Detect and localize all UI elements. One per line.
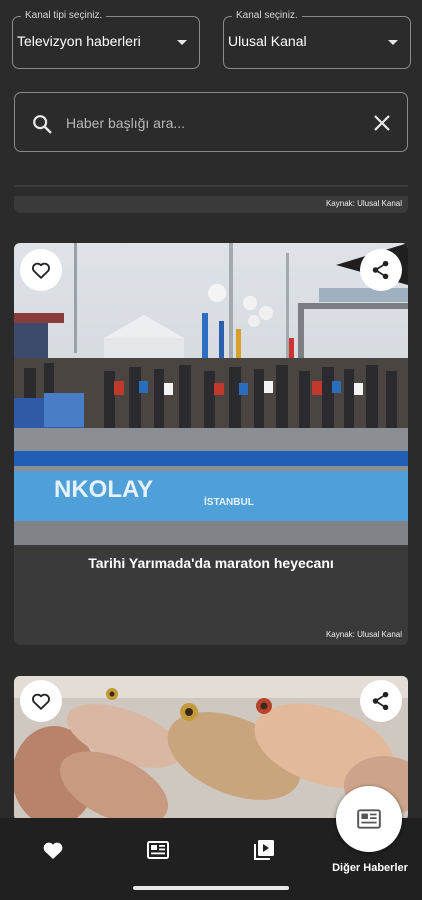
news-card[interactable]: NKOLAY İSTANBUL Tarihi Yarımada'da marat… [14,243,408,645]
search-box [14,92,408,152]
newspaper-icon [357,809,381,829]
favorite-button[interactable] [20,680,62,722]
other-news-label: Diğer Haberler [332,862,408,874]
heart-outline-icon [32,693,50,710]
dropdown-arrow-icon [388,40,398,45]
banner-text: NKOLAY [54,476,153,503]
heart-icon[interactable] [41,838,65,867]
news-image-marathon: NKOLAY İSTANBUL [14,243,408,545]
home-indicator [133,886,289,890]
channel-type-label: Kanal tipi seçiniz. [21,10,107,22]
heart-outline-icon [32,262,50,279]
news-source: Kaynak: Ulusal Kanal [325,199,402,208]
banner-subtext: İSTANBUL [204,495,254,508]
channel-dropdown[interactable]: Kanal seçiniz. Ulusal Kanal [223,10,411,69]
other-news-button[interactable] [336,786,402,852]
dropdown-arrow-icon [177,40,187,45]
search-input[interactable] [66,111,366,135]
channel-type-value: Televizyon haberleri [17,33,141,49]
share-icon [372,260,389,280]
share-button[interactable] [360,249,402,291]
divider [14,185,408,187]
channel-type-dropdown[interactable]: Kanal tipi seçiniz. Televizyon haberleri [12,10,200,69]
news-title: Tarihi Yarımada'da maraton heyecanı [88,555,334,571]
channel-value: Ulusal Kanal [228,33,307,49]
share-icon [372,691,389,711]
news-source: Kaynak: Ulusal Kanal [325,630,402,639]
newspaper-icon[interactable] [146,838,170,867]
search-icon [31,113,53,140]
share-button[interactable] [360,680,402,722]
clear-icon[interactable] [373,114,391,137]
channel-label: Kanal seçiniz. [232,10,302,22]
previous-news-card[interactable]: Kaynak: Ulusal Kanal [14,196,408,213]
favorite-button[interactable] [20,249,62,291]
video-library-icon[interactable] [252,838,276,867]
